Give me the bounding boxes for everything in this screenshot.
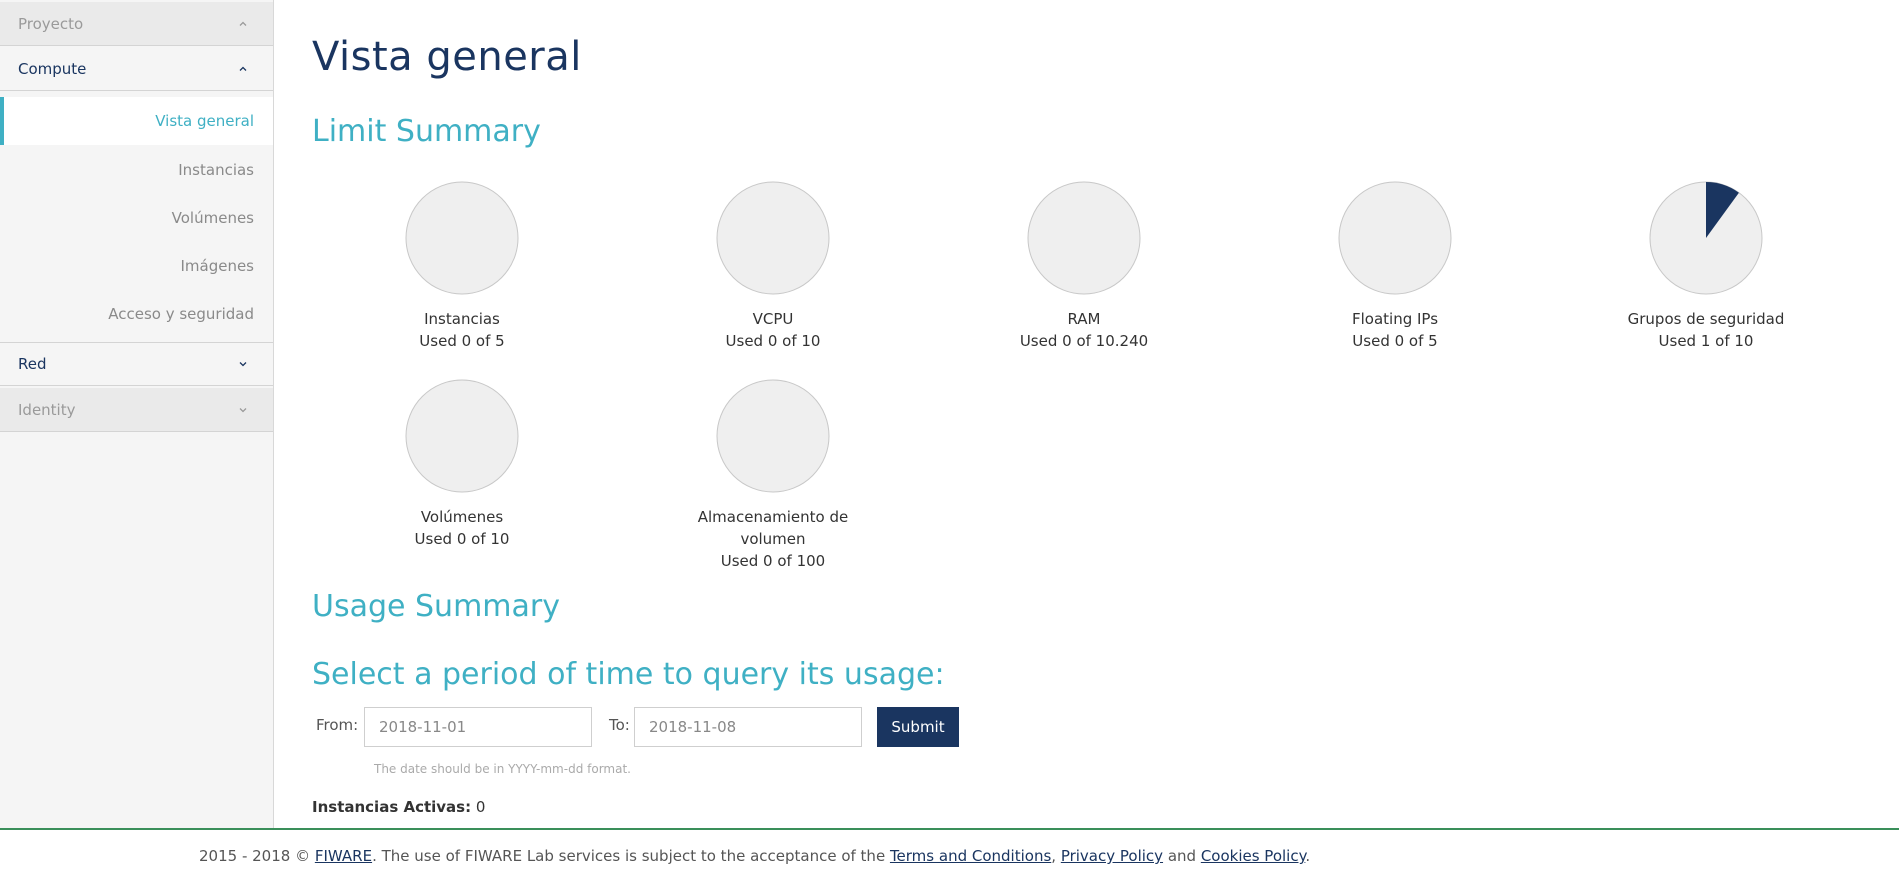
terms-link[interactable]: Terms and Conditions [890, 847, 1051, 865]
sidebar-item-label: Volúmenes [171, 209, 254, 227]
sidebar-section-label: Proyecto [18, 14, 84, 33]
sidebar-section-red[interactable]: Red [0, 342, 273, 386]
sidebar-item-imagenes[interactable]: Imágenes [0, 242, 273, 290]
footer-copyright: 2015 - 2018 © [199, 847, 315, 865]
sidebar-item-label: Acceso y seguridad [108, 305, 254, 323]
privacy-link[interactable]: Privacy Policy [1061, 847, 1163, 865]
chevron-up-icon [239, 20, 247, 28]
submit-button[interactable]: Submit [877, 707, 959, 747]
sidebar-section-label: Identity [18, 400, 76, 419]
pie-svg [405, 181, 519, 295]
from-label: From: [316, 716, 359, 734]
pie-label: Grupos de seguridad [1627, 310, 1785, 328]
footer: 2015 - 2018 © FIWARE. The use of FIWARE … [0, 828, 1899, 887]
active-instances-stat: Instancias Activas: 0 [312, 798, 485, 816]
pie-usage-text: Used 0 of 10 [414, 530, 510, 548]
pie-svg [1027, 181, 1141, 295]
footer-notice: . The use of FIWARE Lab services is subj… [372, 847, 890, 865]
to-label: To: [609, 716, 630, 734]
sidebar-item-label: Vista general [155, 112, 254, 130]
pie-label: VCPU [752, 310, 794, 328]
pie-chart-instancias: Instancias Used 0 of 5 [357, 180, 567, 352]
chevron-down-icon [239, 406, 247, 414]
pie-svg [716, 181, 830, 295]
footer-text: 2015 - 2018 © FIWARE. The use of FIWARE … [199, 847, 1310, 865]
sidebar-section-label: Red [18, 355, 47, 373]
sidebar-item-label: Instancias [178, 161, 254, 179]
pie-free-slice [405, 181, 519, 295]
sidebar: Proyecto Compute Vista general Instancia… [0, 0, 274, 828]
sidebar-item-acceso-y-seguridad[interactable]: Acceso y seguridad [0, 290, 273, 338]
fiware-link[interactable]: FIWARE [315, 847, 372, 865]
footer-suffix: . [1305, 847, 1311, 865]
pie-chart-ram: RAM Used 0 of 10.240 [979, 180, 1189, 352]
pie-chart-floating-ips: Floating IPs Used 0 of 5 [1290, 180, 1500, 352]
pie-svg [405, 379, 519, 493]
pie-label: Almacenamiento de volumen [697, 508, 849, 548]
footer-separator: and [1163, 847, 1201, 865]
pie-label: Instancias [424, 310, 500, 328]
chevron-down-icon [239, 360, 247, 368]
pie-usage-text: Used 0 of 10 [725, 332, 821, 350]
pie-usage-text: Used 1 of 10 [1658, 332, 1754, 350]
sidebar-section-compute[interactable]: Compute [0, 47, 273, 91]
pie-label: RAM [1067, 310, 1101, 328]
cookies-link[interactable]: Cookies Policy [1201, 847, 1306, 865]
pie-chart-volúmenes: Volúmenes Used 0 of 10 [357, 378, 567, 550]
pie-svg [1338, 181, 1452, 295]
to-date-input[interactable] [634, 707, 862, 747]
pie-svg [1649, 181, 1763, 295]
sidebar-section-label: Compute [18, 59, 87, 78]
sidebar-section-identity[interactable]: Identity [0, 388, 273, 432]
active-instances-value: 0 [475, 798, 486, 816]
chevron-up-icon [239, 65, 247, 73]
sidebar-section-proyecto[interactable]: Proyecto [0, 2, 273, 46]
sidebar-item-instancias[interactable]: Instancias [0, 146, 273, 194]
date-format-help: The date should be in YYYY-mm-dd format. [374, 762, 631, 776]
pie-free-slice [1027, 181, 1141, 295]
limit-summary-title: Limit Summary [312, 114, 541, 149]
pie-chart-almacenamiento-de-volumen: Almacenamiento de volumen Used 0 of 100 [668, 378, 878, 572]
pie-chart-grupos-de-seguridad: Grupos de seguridad Used 1 of 10 [1601, 180, 1811, 352]
pie-free-slice [716, 379, 830, 493]
pie-usage-text: Used 0 of 100 [720, 552, 826, 570]
pie-svg [716, 379, 830, 493]
main-content: Vista general Limit Summary Instancias Us… [273, 0, 1899, 828]
pie-free-slice [405, 379, 519, 493]
pie-free-slice [1338, 181, 1452, 295]
pie-usage-text: Used 0 of 10.240 [1019, 332, 1149, 350]
page-title: Vista general [312, 34, 582, 80]
sidebar-item-vista-general[interactable]: Vista general [0, 97, 273, 145]
usage-summary-title: Usage Summary [312, 589, 560, 624]
pie-usage-text: Used 0 of 5 [1352, 332, 1438, 350]
pie-label: Floating IPs [1351, 310, 1439, 328]
sidebar-item-volumenes[interactable]: Volúmenes [0, 194, 273, 242]
sidebar-item-label: Imágenes [180, 257, 254, 275]
pie-label: Volúmenes [420, 508, 504, 526]
pie-free-slice [716, 181, 830, 295]
query-period-title: Select a period of time to query its usa… [312, 657, 945, 692]
pie-usage-text: Used 0 of 5 [419, 332, 505, 350]
footer-separator: , [1051, 847, 1061, 865]
pie-chart-vcpu: VCPU Used 0 of 10 [668, 180, 878, 352]
active-instances-label: Instancias Activas: [312, 798, 472, 816]
from-date-input[interactable] [364, 707, 592, 747]
